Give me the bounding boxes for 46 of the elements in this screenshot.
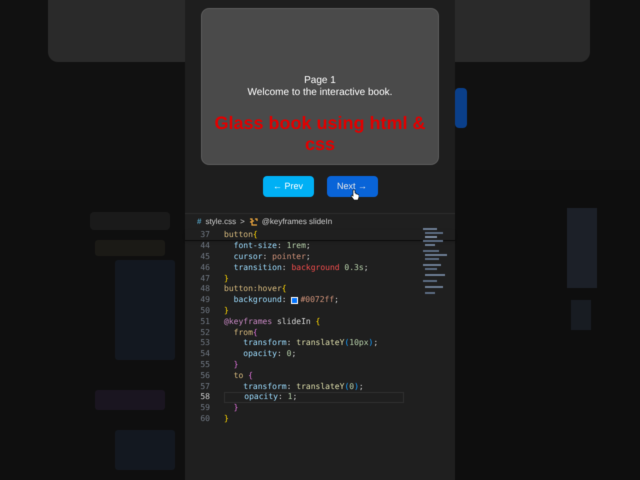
- line-number: 60: [199, 412, 211, 425]
- line-number: 48: [199, 283, 211, 296]
- next-button[interactable]: Next →: [326, 176, 378, 197]
- code-line: }: [224, 272, 229, 284]
- code-line: cursor: pointer;: [232, 251, 311, 263]
- code-line: }: [224, 304, 229, 317]
- code-line: transform: translateY(10px);: [242, 337, 378, 350]
- code-line: }: [232, 402, 238, 414]
- code-line: }: [224, 412, 229, 425]
- line-number: 44: [199, 240, 211, 252]
- code-line: transition: background 0.3s;: [232, 262, 369, 274]
- line-number: 37: [199, 228, 211, 241]
- line-number: 59: [199, 402, 211, 414]
- code-line: transform: translateY(0);: [242, 380, 364, 392]
- code-line: to {: [232, 370, 253, 382]
- page-title: Page 1: [304, 75, 336, 87]
- line-number: 46: [199, 262, 211, 274]
- breadcrumb-item[interactable]: @keyframes slideIn: [262, 216, 332, 228]
- hand-cursor-icon: [350, 189, 358, 201]
- code-line: background: #0072ff;: [232, 294, 339, 306]
- line-number: 45: [199, 251, 211, 263]
- line-number: 49: [199, 294, 211, 306]
- line-number: 51: [199, 316, 211, 328]
- line-number: 47: [199, 272, 211, 285]
- code-line: button:hover{: [224, 283, 287, 296]
- line-number: 53: [199, 337, 211, 350]
- line-number: 50: [199, 304, 211, 317]
- line-number: 58: [199, 391, 211, 404]
- page-text: Welcome to the interactive book.: [248, 87, 392, 99]
- breadcrumb-item[interactable]: style.css: [205, 216, 236, 228]
- css-file-icon: #: [197, 216, 202, 228]
- line-number: 52: [199, 326, 211, 339]
- overlay-caption: Glass book using html & css: [213, 113, 427, 155]
- line-number: 57: [199, 380, 211, 393]
- breadcrumb-separator: >: [240, 216, 245, 228]
- code-line: @keyframes slideIn {: [224, 316, 320, 328]
- line-number: 56: [199, 370, 211, 382]
- code-line: button{: [224, 228, 258, 241]
- braces-icon: [248, 218, 258, 226]
- line-number: 54: [199, 348, 211, 360]
- code-line: }: [232, 358, 238, 371]
- code-line: opacity: 1;: [243, 391, 298, 404]
- code-line: opacity: 0;: [242, 348, 296, 360]
- line-number: 55: [199, 358, 211, 371]
- code-line: from{: [232, 326, 258, 338]
- code-line: font-size: 1rem;: [232, 240, 311, 252]
